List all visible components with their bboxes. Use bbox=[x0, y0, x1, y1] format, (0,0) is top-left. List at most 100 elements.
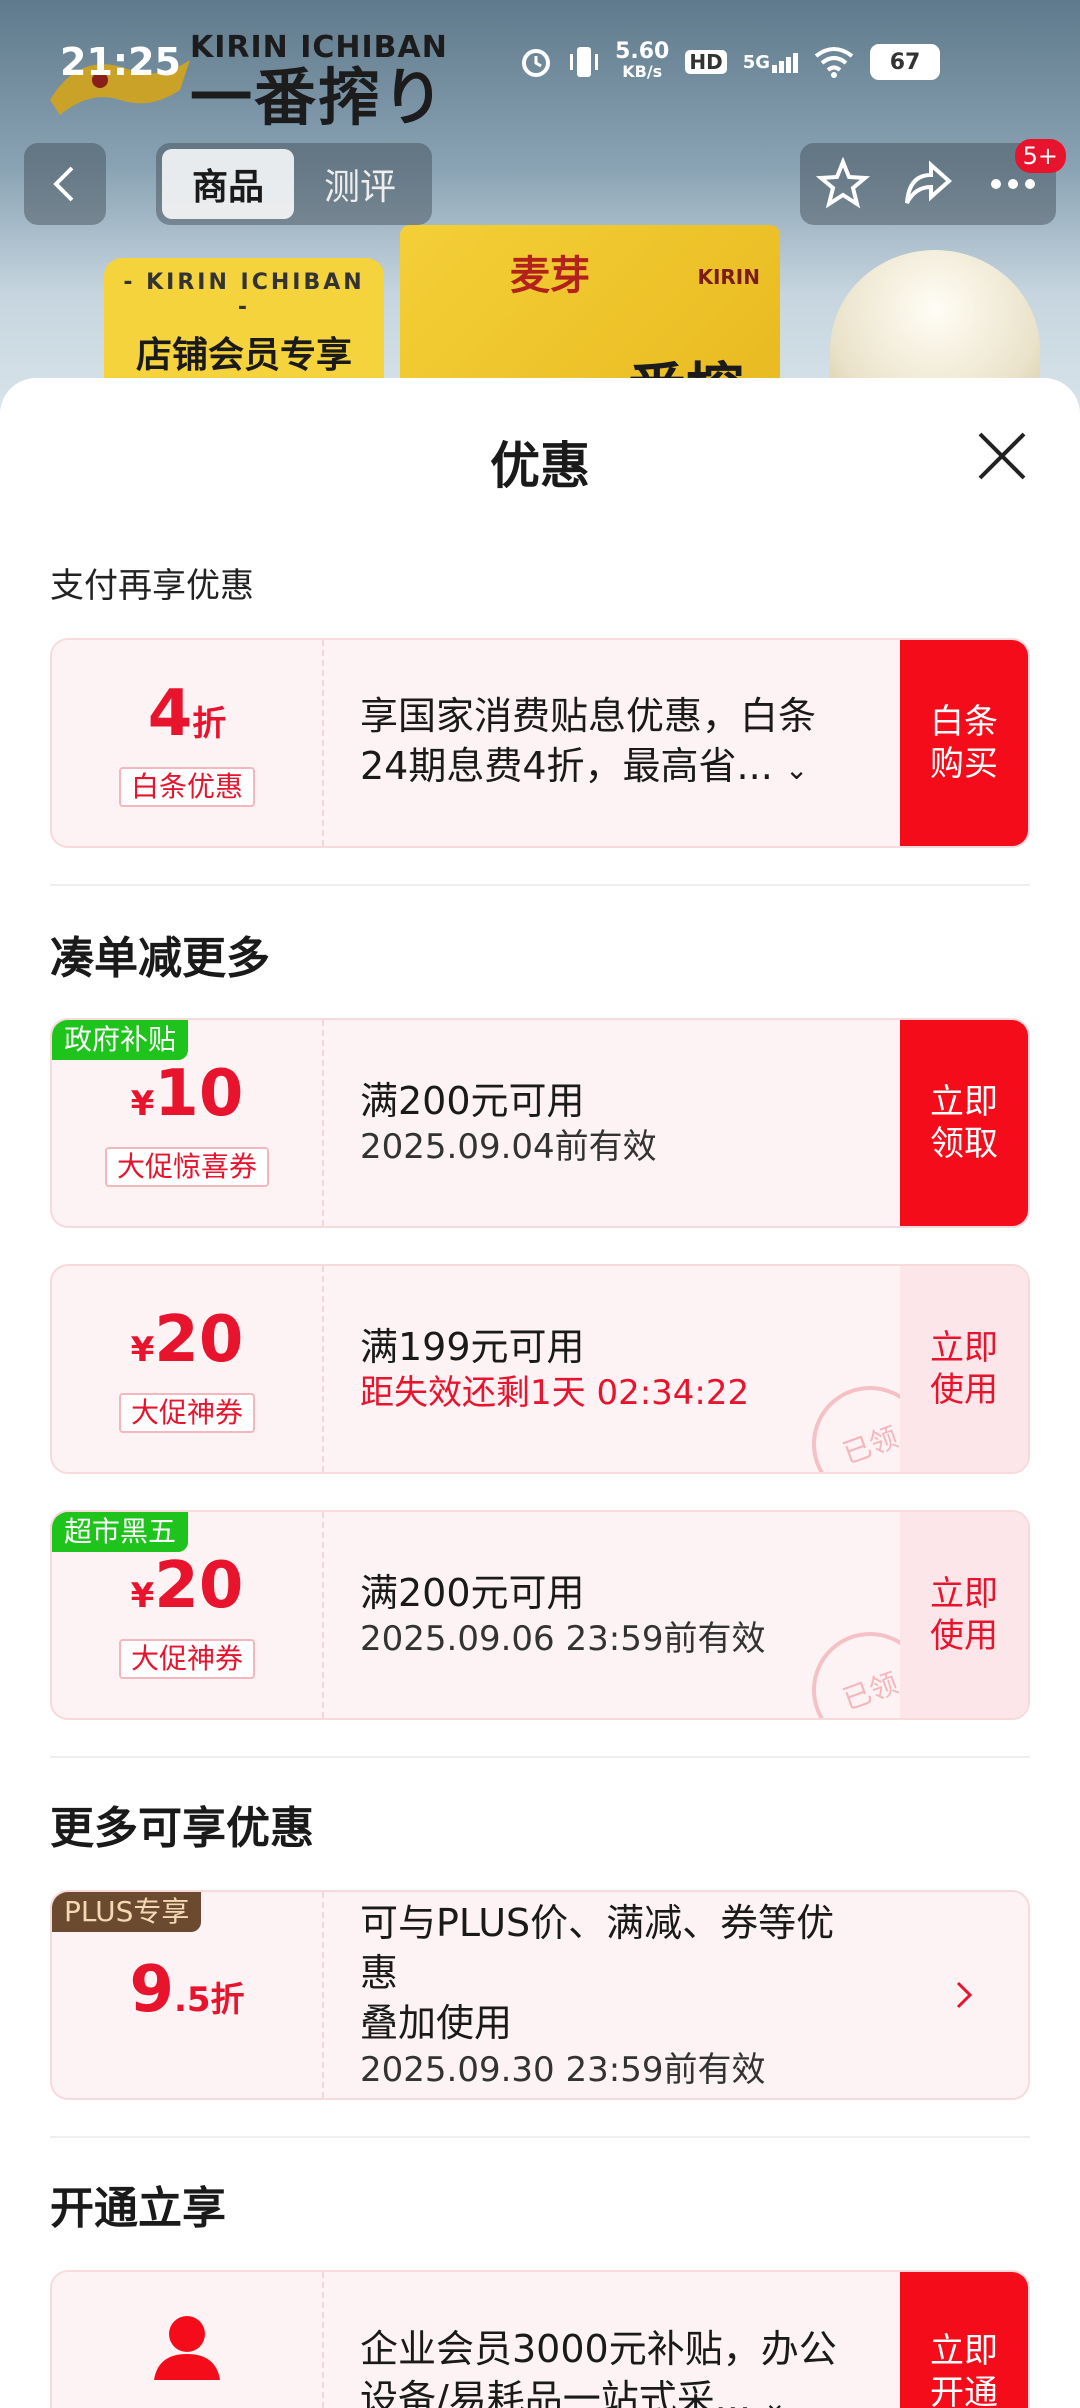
coupon-validity: 2025.09.04前有效 bbox=[360, 1127, 657, 1167]
message-badge: 5+ bbox=[1014, 139, 1066, 173]
coupon-amount-value: 20 bbox=[154, 1303, 244, 1377]
back-button[interactable] bbox=[24, 143, 106, 225]
coupon-amount: ¥20 bbox=[131, 1551, 244, 1631]
coupon-card-2: ¥20 大促神券 满199元可用 距失效还剩1天 02:34:22 已领 立即使… bbox=[50, 1264, 1030, 1474]
section-open-title: 开通立享 bbox=[50, 2183, 226, 2234]
sheet-title: 优惠 bbox=[490, 437, 590, 495]
action-line: 立即 bbox=[930, 2331, 998, 2371]
coupon-validity: 2025.09.30 23:59前有效 bbox=[360, 2050, 766, 2090]
enterprise-desc: 企业会员3000元补贴，办公设备/易耗品一站式采... ⌄ bbox=[360, 2324, 864, 2408]
signal-bar bbox=[772, 64, 777, 73]
chevron-down-icon: ⌄ bbox=[784, 753, 809, 786]
brand-en: KIRIN ICHIBAN bbox=[190, 30, 448, 65]
wifi-icon bbox=[814, 47, 854, 78]
action-line: 购买 bbox=[930, 744, 998, 784]
nav-tabs: 商品 测评 bbox=[156, 143, 432, 225]
coupon-amount-value: 20 bbox=[154, 1549, 244, 1623]
action-line: 白条 bbox=[930, 702, 998, 742]
coupon-left: ¥20 大促神券 bbox=[52, 1266, 324, 1472]
coupon-amount-unit: 折 bbox=[192, 704, 227, 744]
tab-product[interactable]: 商品 bbox=[162, 149, 294, 219]
action-line: 使用 bbox=[930, 1616, 998, 1656]
chevron-down-icon: ⌄ bbox=[763, 2386, 787, 2408]
coupon-tag: 白条优惠 bbox=[118, 767, 255, 807]
top-nav: 商品 测评 5+ bbox=[24, 139, 1066, 225]
box-kirin: KIRIN bbox=[697, 265, 760, 289]
net-speed-value: 5.60 bbox=[615, 39, 670, 64]
coupon-left: 4折 白条优惠 bbox=[52, 640, 324, 846]
open-now-button[interactable]: 立即 开通 bbox=[900, 2272, 1028, 2408]
coupon-desc: 享国家消费贴息优惠，白条24期息费4折，最高省... ⌄ bbox=[360, 691, 864, 795]
section-pay-label: 支付再享优惠 bbox=[50, 566, 254, 606]
share-icon[interactable] bbox=[901, 157, 955, 211]
coupon-amount: 9.5折 bbox=[129, 1955, 244, 2035]
use-now-button[interactable]: 立即 使用 bbox=[900, 1266, 1028, 1472]
coupon-countdown: 距失效还剩1天 02:34:22 bbox=[360, 1373, 750, 1413]
coupon-amount: ¥20 bbox=[131, 1305, 244, 1385]
section-more-title: 更多可享优惠 bbox=[50, 1803, 314, 1854]
net-speed-unit: KB/s bbox=[622, 62, 663, 81]
claim-now-button[interactable]: 立即 领取 bbox=[900, 1020, 1028, 1226]
plus-desc-l1: 可与PLUS价、满减、券等优惠 bbox=[360, 1901, 835, 1995]
coupon-amount-value: 4 bbox=[147, 677, 193, 751]
battery-icon: 67 bbox=[870, 44, 940, 80]
coupon-card-1: 政府补贴 ¥10 大促惊喜券 满200元可用 2025.09.04前有效 立即领… bbox=[50, 1018, 1030, 1228]
signal-bar bbox=[779, 60, 784, 73]
section-combine-title: 凑单减更多 bbox=[50, 933, 270, 984]
chevron-right-icon bbox=[900, 1892, 1028, 2098]
coupon-amount-value: 9 bbox=[129, 1953, 174, 2027]
yen-sign: ¥ bbox=[130, 1330, 155, 1370]
plus-coupon[interactable]: PLUS专享 9.5折 可与PLUS价、满减、券等优惠 叠加使用 2025.09… bbox=[50, 1890, 1030, 2100]
hd-icon: HD bbox=[685, 50, 727, 74]
coupon-left: ¥20 大促神券 bbox=[52, 1512, 324, 1718]
alarm-icon bbox=[522, 49, 551, 77]
use-now-button[interactable]: 立即 使用 bbox=[900, 1512, 1028, 1718]
yen-sign: ¥ bbox=[130, 1084, 155, 1124]
brand-zh: 一番搾り bbox=[190, 61, 447, 134]
vibrate-icon bbox=[570, 47, 599, 77]
coupon-desc-area[interactable]: 享国家消费贴息优惠，白条24期息费4折，最高省... ⌄ bbox=[324, 640, 900, 846]
coupon-condition: 满200元可用 bbox=[360, 1571, 585, 1615]
discount-sheet: 优惠 支付再享优惠 4折 白条优惠 享国家消费贴息优惠，白条24期息费4折，最高… bbox=[0, 378, 1080, 2408]
coupon-amount: 4折 bbox=[148, 679, 227, 759]
plus-desc-l2: 叠加使用 bbox=[360, 2001, 513, 2045]
signal-icon: 5G bbox=[743, 52, 798, 73]
baitiao-buy-button[interactable]: 白条 购买 bbox=[900, 640, 1028, 846]
chevron-left-icon bbox=[53, 166, 74, 202]
coupon-left: 9.5折 bbox=[52, 1892, 324, 2098]
member-big: 店铺会员专享 bbox=[135, 335, 352, 376]
action-line: 立即 bbox=[930, 1328, 998, 1368]
close-icon[interactable] bbox=[974, 428, 1030, 484]
coupon-left: ¥10 大促惊喜券 bbox=[52, 1020, 324, 1226]
user-icon bbox=[154, 2316, 220, 2380]
signal-bar bbox=[793, 52, 798, 73]
divider bbox=[50, 1756, 1030, 1758]
coupon-tag: 大促神券 bbox=[118, 1393, 255, 1433]
yen-sign: ¥ bbox=[130, 1576, 155, 1616]
status-time: 21:25 bbox=[60, 40, 181, 84]
action-line: 开通 bbox=[930, 2373, 998, 2408]
coupon-condition: 满199元可用 bbox=[360, 1325, 585, 1369]
member-small: - KIRIN ICHIBAN - bbox=[123, 270, 365, 320]
nav-actions: 5+ bbox=[800, 139, 1066, 225]
coupon-tag: 大促惊喜券 bbox=[104, 1147, 269, 1187]
coupon-info[interactable]: 企业会员3000元补贴，办公设备/易耗品一站式采... ⌄ bbox=[324, 2272, 900, 2408]
star-icon[interactable] bbox=[815, 157, 870, 211]
coupon-info: 可与PLUS价、满减、券等优惠 叠加使用 2025.09.30 23:59前有效 bbox=[324, 1892, 900, 2098]
coupon-left bbox=[52, 2272, 324, 2408]
status-icons: 5.60 KB/s HD 5G 67 bbox=[519, 39, 940, 82]
enterprise-member-coupon: 企业会员3000元补贴，办公设备/易耗品一站式采... ⌄ 立即 开通 bbox=[50, 2270, 1030, 2408]
coupon-amount: ¥10 bbox=[131, 1059, 244, 1139]
tab-review[interactable]: 测评 bbox=[294, 149, 426, 219]
action-line: 使用 bbox=[930, 1370, 998, 1410]
divider bbox=[50, 884, 1030, 886]
action-line: 立即 bbox=[930, 1082, 998, 1122]
action-line: 领取 bbox=[930, 1124, 998, 1164]
signal-label: 5G bbox=[742, 51, 770, 73]
coupon-amount-unit: .5折 bbox=[173, 1980, 245, 2020]
net-speed: 5.60 KB/s bbox=[615, 39, 670, 82]
coupon-amount-value: 10 bbox=[154, 1057, 244, 1131]
coupon-condition: 满200元可用 bbox=[360, 1079, 585, 1123]
coupon-desc-text: 享国家消费贴息优惠，白条24期息费4折，最高省... bbox=[360, 694, 817, 788]
divider bbox=[50, 2136, 1030, 2138]
